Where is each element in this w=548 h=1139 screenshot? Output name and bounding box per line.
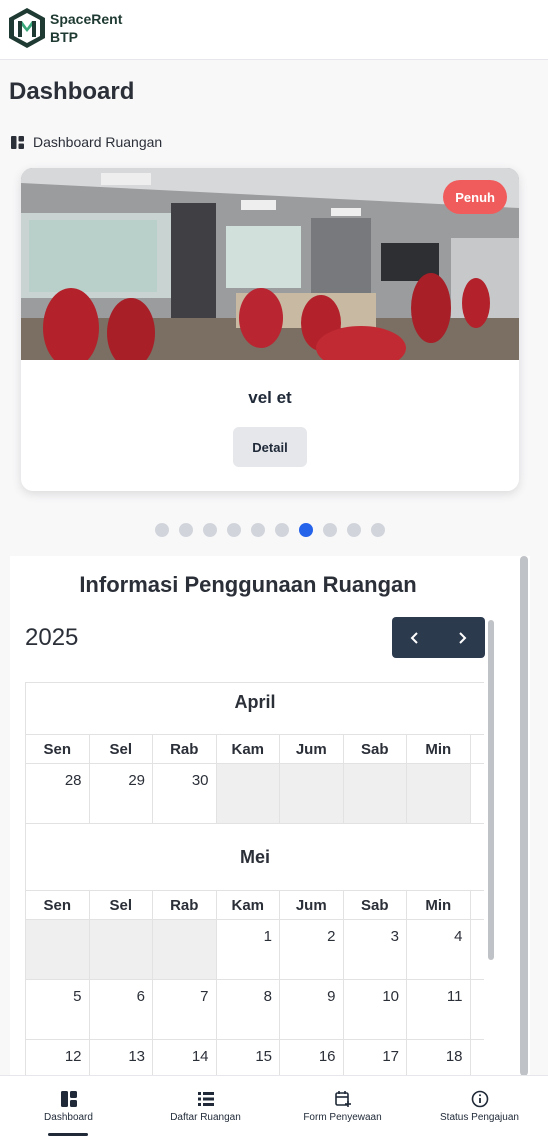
weekday: Rab — [153, 735, 217, 763]
nav-item-form-penyewaan[interactable]: Form Penyewaan — [274, 1076, 411, 1139]
nav-label: Status Pengajuan — [440, 1112, 519, 1123]
day-cell[interactable]: 15 — [217, 1040, 280, 1076]
weekday: Jum — [280, 891, 344, 919]
weekday-header: Sen Sel Rab Kam Jum Sab Min — [26, 891, 484, 920]
active-indicator — [48, 1133, 88, 1136]
nav-label: Form Penyewaan — [303, 1112, 382, 1123]
page-title: Dashboard — [9, 78, 135, 105]
calendar-title: Informasi Penggunaan Ruangan — [79, 572, 417, 597]
list-icon — [197, 1092, 214, 1106]
day-cell-empty — [153, 920, 217, 979]
brand-name: SpaceRent BTP — [50, 10, 122, 46]
carousel-dot[interactable] — [323, 523, 337, 537]
info-icon — [471, 1090, 488, 1108]
weekday-header: Sen Sel Rab Kam Jum Sab Min — [26, 735, 484, 764]
status-badge: Penuh — [443, 180, 507, 214]
day-cell[interactable]: 7 — [153, 980, 217, 1039]
detail-button[interactable]: Detail — [233, 427, 307, 467]
day-cell[interactable]: 12 — [26, 1040, 90, 1076]
day-cell-empty — [343, 764, 407, 823]
carousel-dot[interactable] — [275, 523, 289, 537]
room-card: Penuh vel et Detail — [21, 168, 519, 491]
weekday: Rab — [153, 891, 217, 919]
bottom-nav: Dashboard Daftar Ruangan Form Penyewaan … — [0, 1075, 548, 1139]
carousel-dot[interactable] — [227, 523, 241, 537]
weekday: Min — [407, 735, 471, 763]
day-cell[interactable]: 13 — [90, 1040, 153, 1076]
carousel-dot[interactable] — [371, 523, 385, 537]
weekday: Jum — [280, 735, 344, 763]
calendar-nav — [392, 617, 485, 658]
dashboard-icon — [11, 135, 24, 149]
room-name: vel et — [248, 388, 292, 407]
calendar-scrollbar[interactable] — [488, 620, 494, 960]
week-row: 5 6 7 8 9 10 11 — [26, 980, 484, 1040]
day-cell[interactable]: 18 — [407, 1040, 471, 1076]
carousel-dot[interactable] — [179, 523, 193, 537]
day-cell-empty — [26, 920, 90, 979]
day-cell[interactable]: 29 — [90, 764, 153, 823]
calendar-year: 2025 — [25, 624, 79, 651]
calendar-plus-icon — [334, 1091, 351, 1107]
chevron-right-icon — [459, 631, 467, 644]
carousel-dot[interactable] — [155, 523, 169, 537]
carousel-dots — [155, 523, 385, 537]
dashboard-icon — [60, 1091, 77, 1107]
day-cell-empty — [407, 764, 471, 823]
day-cell[interactable]: 10 — [344, 980, 407, 1039]
day-cell[interactable]: 3 — [344, 920, 407, 979]
calendar-grid: April Sen Sel Rab Kam Jum Sab Min 28 29 … — [25, 682, 484, 1076]
day-cell[interactable]: 28 — [26, 764, 90, 823]
nav-item-dashboard[interactable]: Dashboard — [0, 1076, 137, 1139]
next-button[interactable] — [439, 617, 486, 658]
nav-item-status-pengajuan[interactable]: Status Pengajuan — [411, 1076, 548, 1139]
nav-item-daftar-ruangan[interactable]: Daftar Ruangan — [137, 1076, 274, 1139]
spacerent-logo-icon[interactable] — [8, 7, 46, 49]
day-cell[interactable]: 5 — [26, 980, 90, 1039]
carousel-dot[interactable] — [251, 523, 265, 537]
day-cell[interactable]: 2 — [280, 920, 344, 979]
chevron-left-icon — [410, 631, 418, 644]
section-label: Dashboard Ruangan — [33, 134, 163, 150]
day-cell-empty — [216, 764, 280, 823]
calendar-panel: Informasi Penggunaan Ruangan 2025 April … — [10, 556, 530, 1076]
day-cell[interactable]: 11 — [407, 980, 471, 1039]
weekday: Sel — [90, 735, 153, 763]
week-row: 12 13 14 15 16 17 18 — [26, 1040, 484, 1076]
week-row: 1 2 3 4 — [26, 920, 484, 980]
top-bar: SpaceRent BTP — [0, 0, 548, 60]
weekday: Sen — [26, 735, 90, 763]
day-cell[interactable]: 16 — [280, 1040, 344, 1076]
day-cell[interactable]: 8 — [217, 980, 280, 1039]
day-cell[interactable]: 17 — [344, 1040, 407, 1076]
carousel-dot[interactable] — [347, 523, 361, 537]
weekday: Sab — [344, 891, 407, 919]
page-scrollbar[interactable] — [520, 556, 528, 1076]
weekday: Sel — [90, 891, 153, 919]
weekday: Sab — [344, 735, 407, 763]
section-heading: Dashboard Ruangan — [11, 134, 162, 150]
brand-line-1: SpaceRent — [50, 11, 123, 27]
week-row: 28 29 30 — [26, 764, 484, 824]
day-cell-empty — [89, 920, 153, 979]
month-title: Mei — [26, 824, 484, 891]
day-cell[interactable]: 30 — [153, 764, 217, 823]
day-cell[interactable]: 1 — [217, 920, 280, 979]
month-title: April — [26, 683, 484, 735]
weekday: Kam — [217, 891, 280, 919]
carousel-dot-active[interactable] — [299, 523, 313, 537]
nav-label: Dashboard — [44, 1112, 93, 1123]
carousel-dot[interactable] — [203, 523, 217, 537]
brand-line-2: BTP — [50, 29, 78, 45]
day-cell[interactable]: 9 — [280, 980, 344, 1039]
day-cell-empty — [280, 764, 344, 823]
weekday: Kam — [217, 735, 280, 763]
nav-label: Daftar Ruangan — [170, 1112, 241, 1123]
day-cell[interactable]: 6 — [90, 980, 153, 1039]
day-cell[interactable]: 14 — [153, 1040, 217, 1076]
prev-button[interactable] — [392, 617, 439, 658]
day-cell[interactable]: 4 — [407, 920, 471, 979]
weekday: Min — [407, 891, 471, 919]
weekday: Sen — [26, 891, 90, 919]
